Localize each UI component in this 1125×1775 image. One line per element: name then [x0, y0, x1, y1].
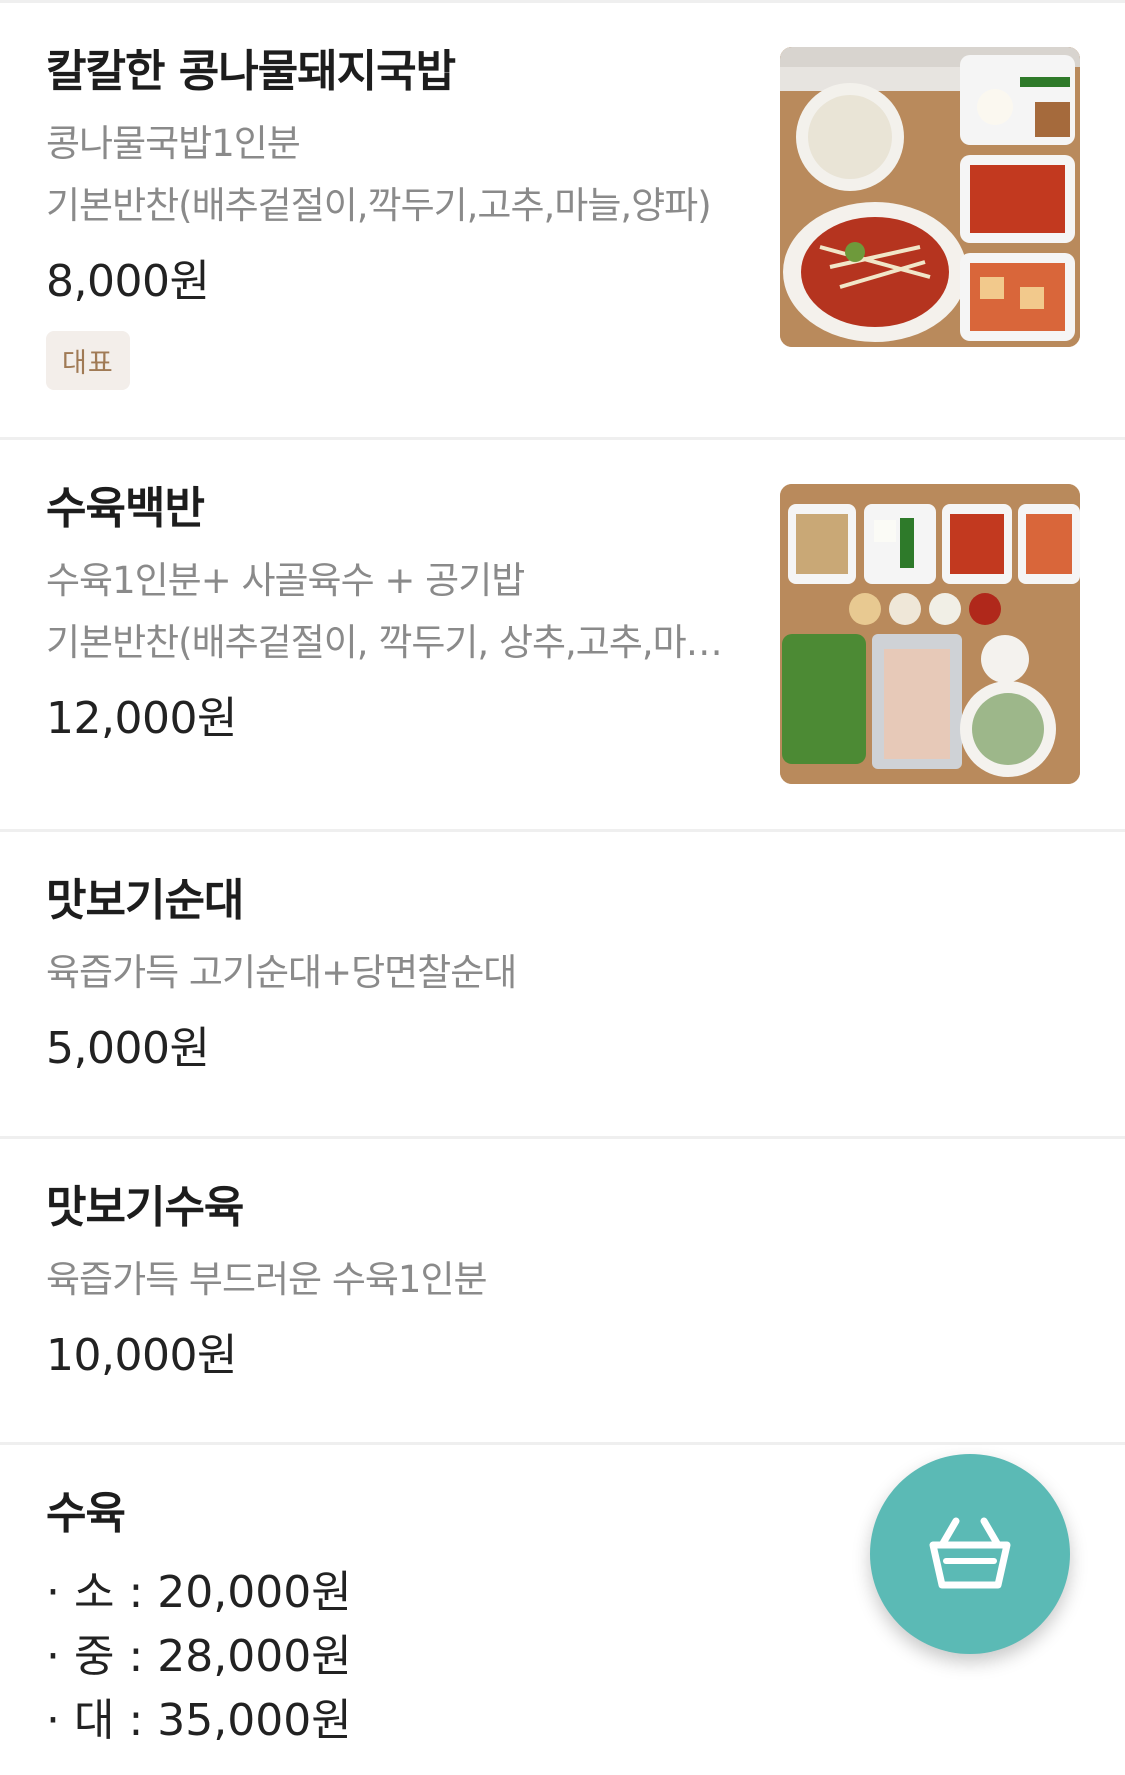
menu-item-desc: 육즙가득 부드러운 수육1인분: [46, 1258, 488, 1301]
menu-item-price: 12,000원: [46, 693, 237, 744]
shopping-basket-icon: [929, 1517, 1011, 1589]
menu-item-name: 맛보기수육: [46, 1182, 244, 1233]
suyuk-baekban-photo-icon: [780, 484, 1080, 784]
size-price-line: · 중 : 28,000원: [46, 1631, 352, 1682]
menu-item-name: 수육백반: [46, 483, 205, 534]
menu-item-desc: 기본반찬(배추겉절이,깍두기,고추,마늘,양파): [46, 184, 712, 227]
menu-item-name: 수육: [46, 1488, 126, 1539]
menu-item-price: 8,000원: [46, 256, 210, 307]
menu-item-thumbnail[interactable]: [780, 47, 1080, 347]
menu-item[interactable]: 칼칼한 콩나물돼지국밥 콩나물국밥1인분 기본반찬(배추겉절이,깍두기,고추,마…: [0, 3, 1125, 440]
menu-item-name: 맛보기순대: [46, 875, 244, 926]
size-price-line: · 대 : 35,000원: [46, 1695, 352, 1746]
menu-item-text: 수육 · 소 : 20,000원 · 중 : 28,000원 · 대 : 35,…: [46, 1483, 726, 1753]
menu-item-text: 수육백반 수육1인분+ 사골육수 + 공기밥 기본반찬(배추겉절이, 깍두기, …: [46, 478, 726, 750]
menu-item-desc: 육즙가득 고기순대+당면찰순대: [46, 951, 517, 994]
menu-item-desc: 수육1인분+ 사골육수 + 공기밥: [46, 559, 525, 602]
menu-item[interactable]: 맛보기순대 육즙가득 고기순대+당면찰순대 5,000원: [0, 832, 1125, 1139]
menu-item-desc: 콩나물국밥1인분: [46, 122, 301, 165]
menu-item-text: 맛보기순대 육즙가득 고기순대+당면찰순대 5,000원: [46, 870, 726, 1080]
menu-item[interactable]: 맛보기수육 육즙가득 부드러운 수육1인분 10,000원: [0, 1139, 1125, 1445]
menu-item-name: 칼칼한 콩나물돼지국밥: [46, 46, 456, 97]
menu-item-price: 5,000원: [46, 1023, 210, 1074]
menu-item[interactable]: 수육백반 수육1인분+ 사골육수 + 공기밥 기본반찬(배추겉절이, 깍두기, …: [0, 440, 1125, 832]
menu-item-desc: 기본반찬(배추겉절이, 깍두기, 상추,고추,마늘): [46, 621, 726, 664]
cart-button[interactable]: [870, 1454, 1070, 1654]
menu-item-text: 맛보기수육 육즙가득 부드러운 수육1인분 10,000원: [46, 1177, 726, 1387]
menu-item-text: 칼칼한 콩나물돼지국밥 콩나물국밥1인분 기본반찬(배추겉절이,깍두기,고추,마…: [46, 41, 726, 390]
menu-item-price: 10,000원: [46, 1330, 237, 1381]
menu-item-thumbnail[interactable]: [780, 484, 1080, 784]
size-price-line: · 소 : 20,000원: [46, 1567, 352, 1618]
kongnamul-gukbap-photo-icon: [780, 47, 1080, 347]
signature-badge: 대표: [46, 331, 130, 390]
